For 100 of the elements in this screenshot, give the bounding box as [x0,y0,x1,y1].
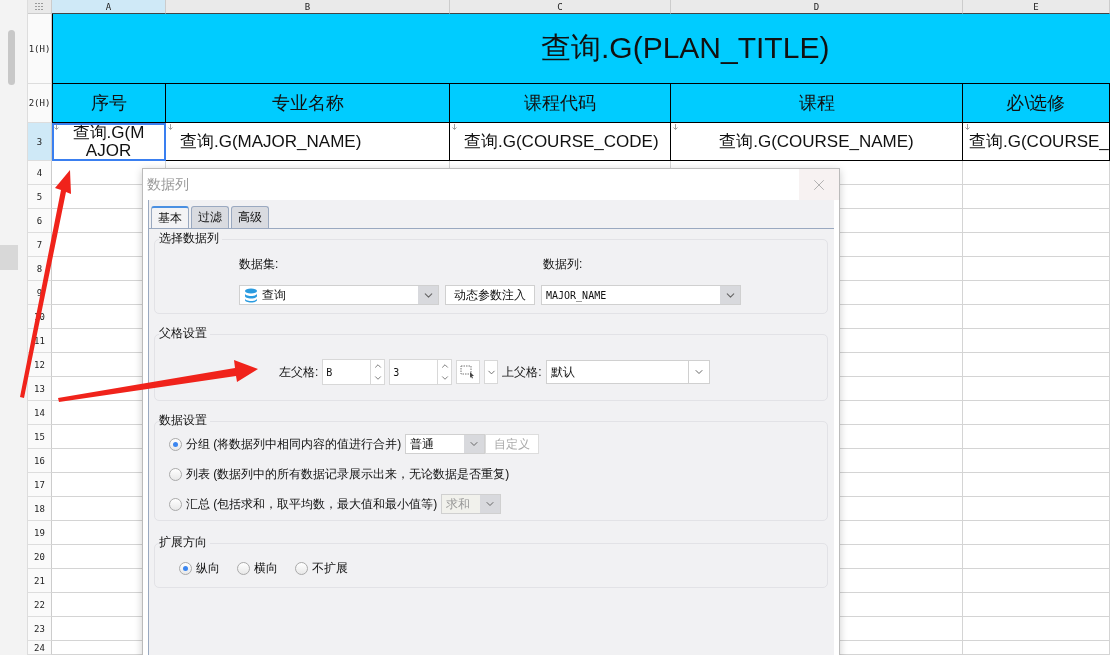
header-cell: 必\选修 [963,84,1110,123]
grid-cell[interactable] [963,329,1110,353]
row-header[interactable]: 19 [28,521,52,545]
radio-option[interactable]: 横向 [237,560,278,577]
down-arrow-icon [168,124,173,130]
data-cell[interactable]: 查询.G(COURSE_ [963,123,1110,161]
dataset-select[interactable]: 查询 [239,285,439,305]
dropdown-button[interactable] [484,360,499,384]
section-title: 数据设置 [159,412,210,429]
title-cell: 查询.G(PLAN_TITLE) [52,14,1110,84]
radio-button[interactable] [169,497,182,511]
grid-cell[interactable] [963,233,1110,257]
row-header[interactable]: 13 [28,377,52,401]
data-cell[interactable]: 查询.G(MAJOR [52,123,166,161]
row-header[interactable]: 6 [28,209,52,233]
row-header[interactable]: 24 [28,641,52,655]
grid-cell[interactable] [963,425,1110,449]
tab[interactable]: 过滤 [191,206,229,228]
column-header[interactable]: A [52,0,166,14]
scrollbar-thumb[interactable] [8,30,15,85]
tab[interactable]: 高级 [231,206,269,228]
field-label: 左父格: [279,363,319,381]
field-label: 上父格: [502,363,542,381]
grid-cell[interactable] [963,497,1110,521]
grid-cell[interactable] [963,617,1110,641]
close-button[interactable] [799,169,839,200]
radio-button[interactable] [179,562,192,575]
radio-button[interactable] [237,562,250,575]
cell-picker-button[interactable] [456,360,481,384]
panel-tab[interactable] [0,245,18,270]
row-header[interactable]: 17 [28,473,52,497]
grid-cell[interactable] [963,545,1110,569]
grid-cell[interactable] [963,569,1110,593]
row-header[interactable]: 21 [28,569,52,593]
row-header[interactable]: 14 [28,401,52,425]
data-cell[interactable]: 查询.G(COURSE_CODE) [450,123,671,161]
row-header[interactable]: 1(H) [28,14,52,84]
section-title: 扩展方向 [159,534,210,551]
data-cell[interactable]: 查询.G(MAJOR_NAME) [166,123,450,161]
field-label: 数据列: [543,256,583,273]
top-parent-select[interactable]: 默认 [545,360,710,384]
radio-option[interactable]: 纵向 [179,560,220,577]
grid-cell[interactable] [963,521,1110,545]
database-icon [244,287,258,303]
down-icon [372,373,383,383]
radio-button[interactable] [295,562,308,575]
row-header[interactable]: 18 [28,497,52,521]
row-header[interactable]: 7 [28,233,52,257]
grid-cell[interactable] [963,353,1110,377]
column-header[interactable]: E [963,0,1110,14]
row-header[interactable]: 2(H) [28,84,52,123]
column-spinner[interactable]: B [322,359,386,385]
grid-cell[interactable] [963,593,1110,617]
header-cell: 课程 [671,84,963,123]
field-label: 数据集: [239,256,280,273]
grid-cell[interactable] [963,641,1110,655]
row-header[interactable]: 22 [28,593,52,617]
down-icon [439,373,450,383]
row-header[interactable]: 15 [28,425,52,449]
grid-cell[interactable] [963,401,1110,425]
radio-option[interactable]: 汇总 (包括求和，取平均数，最大值和最小值等) [169,495,438,513]
row-header[interactable]: 5 [28,185,52,209]
header-cell: 课程代码 [450,84,671,123]
column-header[interactable]: C [450,0,671,14]
radio-option[interactable]: 分组 (将数据列中相同内容的值进行合并) [169,435,402,453]
column-header[interactable]: D [671,0,963,14]
row-header[interactable]: 23 [28,617,52,641]
grid-cell[interactable] [963,473,1110,497]
row-spinner[interactable]: 3 [389,359,453,385]
grid-cell[interactable] [963,449,1110,473]
grid-cell[interactable] [963,305,1110,329]
row-header[interactable]: 20 [28,545,52,569]
radio-button[interactable] [169,437,182,451]
radio-option[interactable]: 列表 (数据列中的所有数据记录展示出来，无论数据是否重复) [169,465,510,483]
radio-option[interactable]: 不扩展 [295,560,348,577]
grid-cell[interactable] [963,161,1110,185]
data-cell[interactable]: 查询.G(COURSE_NAME) [671,123,963,161]
grid-cell[interactable] [963,185,1110,209]
tab[interactable]: 基本 [151,206,189,228]
dialog-title: 数据列 [147,175,189,194]
column-header[interactable]: B [166,0,450,14]
section-title: 选择数据列 [159,230,222,247]
row-header[interactable]: 16 [28,449,52,473]
radio-button[interactable] [169,467,182,481]
grid-cell[interactable] [963,377,1110,401]
select-all-corner[interactable] [28,0,52,14]
cell-picker-icon [460,365,477,379]
down-arrow-icon [54,124,59,130]
mode-select[interactable]: 普通 [405,434,486,454]
row-header[interactable]: 3 [28,123,52,161]
inject-button[interactable]: 动态参数注入 [445,285,535,305]
up-icon [372,361,383,371]
up-icon [439,361,450,371]
grid-cell[interactable] [963,257,1110,281]
grid-cell[interactable] [963,281,1110,305]
column-select[interactable]: MAJOR_NAME [541,285,741,305]
grid-icon [35,3,44,10]
header-cell: 专业名称 [166,84,450,123]
row-header[interactable]: 4 [28,161,52,185]
grid-cell[interactable] [963,209,1110,233]
